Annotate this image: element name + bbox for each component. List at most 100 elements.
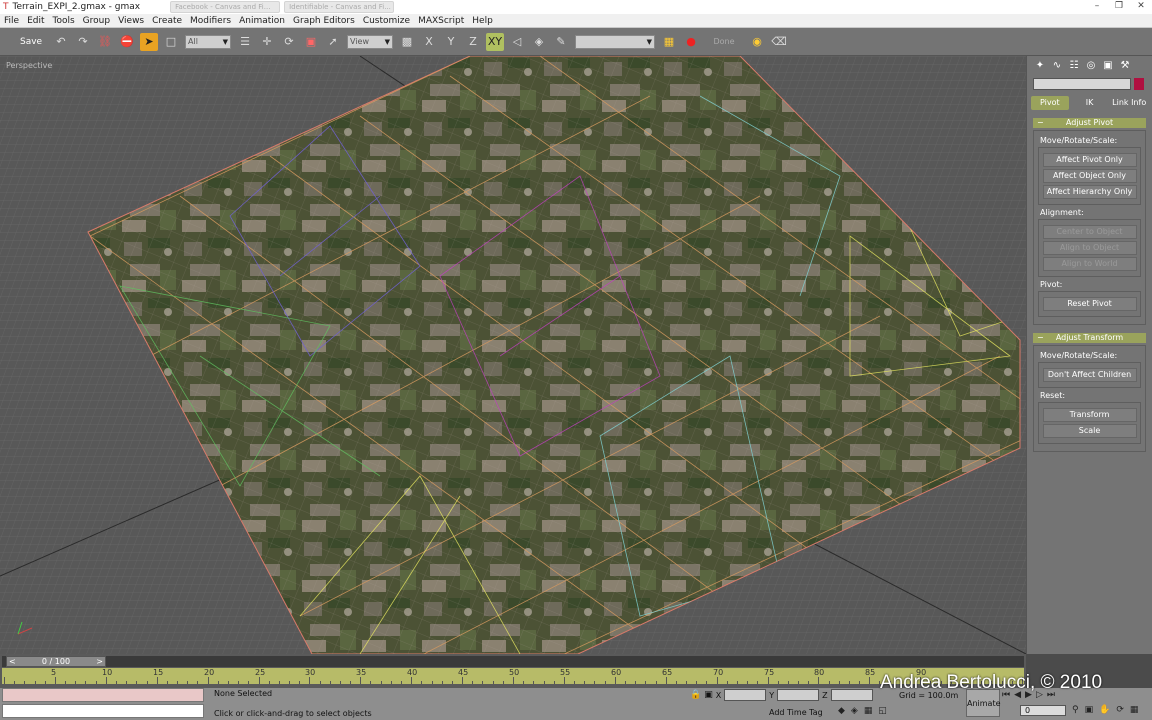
create-tab-icon[interactable]: ✦	[1033, 60, 1047, 74]
axis-x-icon[interactable]: X	[420, 33, 438, 51]
reset-group: Transform Scale	[1038, 402, 1141, 444]
scale-icon[interactable]: ▣	[302, 33, 320, 51]
maxscript-listener-top[interactable]	[2, 688, 204, 702]
center-to-object-button[interactable]: Center to Object	[1042, 225, 1137, 239]
affect-pivot-only-button[interactable]: Affect Pivot Only	[1042, 153, 1137, 167]
menu-customize[interactable]: Customize	[363, 16, 410, 26]
affect-object-only-button[interactable]: Affect Object Only	[1042, 169, 1137, 183]
maximize-viewport-icon[interactable]: ▦	[1130, 705, 1139, 715]
align-icon[interactable]: ◈	[530, 33, 548, 51]
track-tick	[727, 681, 728, 684]
reset-transform-button[interactable]: Transform	[1042, 408, 1137, 422]
undo-icon[interactable]: ↶	[52, 33, 70, 51]
y-coordinate-field[interactable]	[777, 689, 820, 701]
menu-edit[interactable]: Edit	[27, 16, 44, 26]
key-tangent-icon[interactable]: ◱	[878, 706, 887, 716]
affect-hierarchy-only-button[interactable]: Affect Hierarchy Only	[1042, 185, 1137, 199]
minimize-icon[interactable]: –	[1090, 0, 1104, 12]
redo-icon[interactable]: ↷	[74, 33, 92, 51]
perspective-viewport[interactable]: Perspective	[0, 56, 1026, 654]
command-panel-tabs: ✦ ∿ ☷ ◎ ▣ ⚒	[1027, 56, 1152, 76]
menu-views[interactable]: Views	[118, 16, 144, 26]
tab-link-info[interactable]: Link Info	[1110, 96, 1148, 110]
maxscript-listener-bottom[interactable]	[2, 704, 204, 718]
add-time-tag-button[interactable]: Add Time Tag	[769, 708, 823, 717]
motion-tab-icon[interactable]: ◎	[1084, 60, 1098, 74]
time-slider-thumb[interactable]: < 0 / 100 >	[6, 656, 106, 667]
set-key-icon[interactable]: ◈	[851, 706, 858, 716]
menu-graph-editors[interactable]: Graph Editors	[293, 16, 355, 26]
hierarchy-tab-icon[interactable]: ☷	[1067, 60, 1081, 74]
axis-y-icon[interactable]: Y	[442, 33, 460, 51]
unlink-icon[interactable]: ⛔	[118, 33, 136, 51]
key-mode-icon[interactable]: ◆	[838, 706, 845, 716]
select-by-name-icon[interactable]: ☰	[236, 33, 254, 51]
absolute-mode-icon[interactable]: ▣	[704, 690, 713, 700]
move-icon[interactable]: ✛	[258, 33, 276, 51]
mirror-icon[interactable]: ◁	[508, 33, 526, 51]
adjust-pivot-header[interactable]: − Adjust Pivot	[1033, 118, 1146, 128]
menu-help[interactable]: Help	[472, 16, 493, 26]
pivot-center-icon[interactable]: ▩	[398, 33, 416, 51]
lock-icon[interactable]: 🔒	[690, 690, 701, 700]
reference-coordinate-dropdown[interactable]: View ▼	[347, 34, 393, 49]
rotate-icon[interactable]: ⟳	[280, 33, 298, 51]
display-tab-icon[interactable]: ▣	[1101, 60, 1115, 74]
reset-scale-button[interactable]: Scale	[1042, 424, 1137, 438]
selection-filter-dropdown[interactable]: All ▼	[185, 34, 231, 49]
link-icon[interactable]: ⛓	[96, 33, 114, 51]
tab-ik[interactable]: IK	[1071, 96, 1109, 110]
axis-xy-icon[interactable]: XY	[486, 32, 504, 51]
reset-pivot-button[interactable]: Reset Pivot	[1042, 297, 1137, 311]
timeline-area: < 0 / 100 > 5 10 15 20 25 30 35 40 45 50 55 60 65 70 7…	[0, 654, 1026, 688]
trash-icon[interactable]: ⌫	[770, 33, 788, 51]
menu-tools[interactable]: Tools	[53, 16, 75, 26]
viewport-canvas[interactable]: Perspective	[0, 56, 1026, 654]
key-filter-icon[interactable]: ▦	[864, 706, 873, 716]
current-frame-field[interactable]: 0	[1020, 705, 1066, 716]
axis-z-icon[interactable]: Z	[464, 33, 482, 51]
named-selection-dropdown[interactable]: ▼	[575, 34, 655, 49]
zoom-extents-icon[interactable]: ▣	[1085, 705, 1094, 715]
track-tick	[248, 681, 249, 684]
restore-icon[interactable]: ❐	[1112, 0, 1126, 12]
time-slider-track[interactable]: < 0 / 100 >	[2, 656, 1024, 667]
track-tick	[666, 677, 667, 684]
align-to-world-button[interactable]: Align to World	[1042, 257, 1137, 271]
material-editor-icon[interactable]: ▦	[660, 33, 678, 51]
z-coordinate-field[interactable]	[830, 689, 873, 701]
save-button[interactable]: Save	[20, 37, 50, 47]
tab-pivot[interactable]: Pivot	[1031, 96, 1069, 110]
render-icon[interactable]: ●	[682, 33, 700, 51]
arc-rotate-icon[interactable]: ⟳	[1116, 705, 1124, 715]
track-tick	[116, 681, 117, 684]
track-bar[interactable]: 5 10 15 20 25 30 35 40 45 50 55 60 65 70 75 80 85 90	[2, 668, 1024, 684]
x-coordinate-field[interactable]	[724, 689, 767, 701]
align-to-object-button[interactable]: Align to Object	[1042, 241, 1137, 255]
object-color-swatch[interactable]	[1134, 78, 1144, 90]
pan-hand-icon[interactable]: ✋	[1099, 705, 1110, 715]
object-name-field[interactable]	[1033, 78, 1131, 90]
modify-tab-icon[interactable]: ∿	[1050, 60, 1064, 74]
adjust-transform-header[interactable]: − Adjust Transform	[1033, 333, 1146, 343]
region-select-icon[interactable]: □	[162, 33, 180, 51]
utilities-tab-icon[interactable]: ⚒	[1118, 60, 1132, 74]
x-label: X	[715, 690, 722, 700]
snap-icon[interactable]: ✎	[552, 33, 570, 51]
track-tick	[14, 681, 15, 684]
menu-animation[interactable]: Animation	[239, 16, 285, 26]
close-icon[interactable]: ✕	[1134, 0, 1148, 12]
command-panel: ✦ ∿ ☷ ◎ ▣ ⚒ Pivot IK Link Info − Adjust P…	[1026, 56, 1152, 654]
menu-create[interactable]: Create	[152, 16, 182, 26]
viewport-label[interactable]: Perspective	[6, 61, 52, 70]
color-picker-icon[interactable]: ◉	[748, 33, 766, 51]
menu-modifiers[interactable]: Modifiers	[190, 16, 231, 26]
select-object-icon[interactable]: ➤	[140, 32, 158, 51]
menu-file[interactable]: File	[4, 16, 19, 26]
zoom-icon[interactable]: ⚲	[1072, 705, 1079, 715]
dont-affect-children-button[interactable]: Don't Affect Children	[1042, 368, 1137, 382]
menu-group[interactable]: Group	[83, 16, 110, 26]
menu-maxscript[interactable]: MAXScript	[418, 16, 464, 26]
done-button[interactable]: Done	[704, 33, 744, 51]
squash-icon[interactable]: ➚	[324, 33, 342, 51]
